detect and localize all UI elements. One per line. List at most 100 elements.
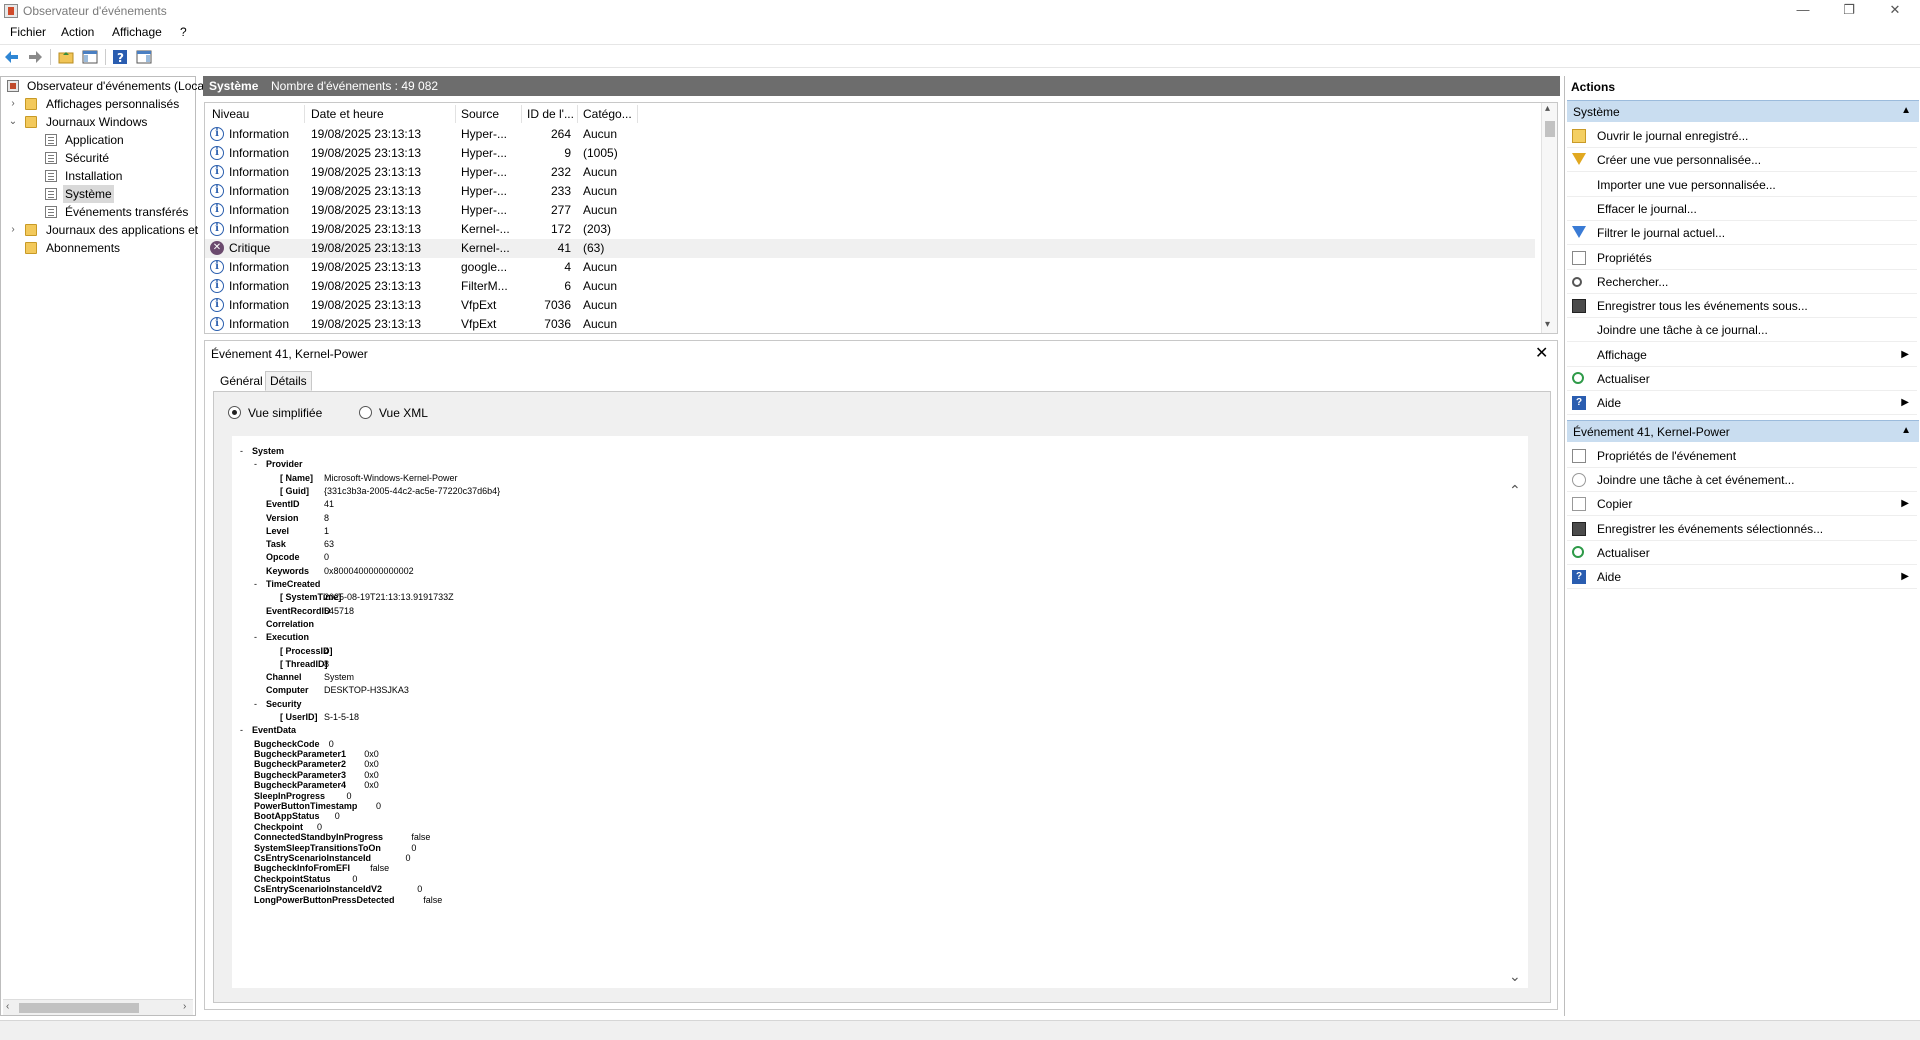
back-arrow-icon[interactable] [4, 49, 20, 65]
action-item-event-2[interactable]: Copier ▶ [1567, 492, 1917, 517]
minimize-button[interactable]: — [1780, 0, 1826, 22]
tab-general[interactable]: Général [215, 371, 268, 391]
column-separator[interactable] [455, 105, 456, 123]
column-header-level[interactable]: Niveau [212, 107, 249, 123]
restore-button[interactable]: ❐ [1826, 0, 1872, 22]
event-list-vertical-scrollbar[interactable]: ▴ ▾ [1541, 103, 1557, 333]
column-header-event-id[interactable]: ID de l'... [527, 107, 574, 123]
event-row[interactable]: i Information 19/08/2025 23:13:13 Hyper-...… [205, 163, 1535, 182]
event-row[interactable]: i Information 19/08/2025 23:13:13 VfpExt 703… [205, 315, 1535, 333]
show-hide-tree-icon[interactable] [82, 49, 98, 65]
close-detail-icon[interactable]: ✕ [1535, 343, 1548, 363]
column-separator[interactable] [637, 105, 638, 123]
action-item-event-4[interactable]: Actualiser [1567, 541, 1917, 565]
scrollbar-thumb[interactable] [19, 1003, 139, 1013]
tree-item-windows-logs[interactable]: ⌄ Journaux Windows [5, 113, 195, 131]
collapse-section-icon[interactable]: ▲ [1901, 105, 1911, 116]
action-item-system-10[interactable]: Actualiser [1567, 367, 1917, 391]
action-item-system-5[interactable]: Propriétés [1567, 246, 1917, 270]
event-row[interactable]: i Information 19/08/2025 23:13:13 FilterM..… [205, 277, 1535, 296]
column-separator[interactable] [521, 105, 522, 123]
chevron-right-icon[interactable]: › [8, 221, 18, 239]
collapse-toggle[interactable]: - [240, 725, 243, 735]
eventdata-key: PowerButtonTimestamp [254, 801, 358, 811]
console-tree: Observateur d'événements (Local) › Affic… [0, 76, 211, 1016]
action-item-system-6[interactable]: Rechercher... [1567, 270, 1917, 294]
event-date: 19/08/2025 23:13:13 [311, 317, 422, 331]
tree-item-forwarded-events[interactable]: Événements transférés [5, 203, 195, 221]
action-item-system-8[interactable]: Joindre une tâche à ce journal... [1567, 318, 1917, 343]
tree-item-custom-views[interactable]: › Affichages personnalisés [5, 95, 195, 113]
column-separator[interactable] [577, 105, 578, 123]
scrollbar-thumb[interactable] [1545, 121, 1555, 137]
eventdata-key: SystemSleepTransitionsToOn [254, 842, 381, 853]
collapse-toggle[interactable]: - [240, 446, 243, 456]
menu-help[interactable]: ? [180, 25, 187, 39]
tree-item-security[interactable]: Sécurité [5, 149, 195, 167]
column-header-source[interactable]: Source [461, 107, 499, 123]
show-hide-actions-icon[interactable] [136, 49, 152, 65]
menu-action[interactable]: Action [61, 25, 94, 39]
action-item-system-2[interactable]: Importer une vue personnalisée... [1567, 173, 1917, 197]
event-row[interactable]: i Information 19/08/2025 23:13:13 Hyper-...… [205, 144, 1535, 163]
action-item-system-4[interactable]: Filtrer le journal actuel... [1567, 221, 1917, 246]
menu-affichage[interactable]: Affichage [112, 25, 162, 39]
event-category: Aucun [583, 203, 618, 217]
eventdata-value: 0 [376, 801, 382, 811]
forward-arrow-icon[interactable] [27, 49, 43, 65]
tree-item-system[interactable]: Système [5, 185, 195, 203]
scroll-up-icon[interactable]: ⌃ [1509, 482, 1521, 499]
tree-horizontal-scrollbar[interactable]: ‹ › [3, 999, 193, 1015]
event-row[interactable]: i Information 19/08/2025 23:13:13 Hyper-...… [205, 201, 1535, 220]
help-icon[interactable]: ? [112, 49, 128, 65]
action-item-system-11[interactable]: ? Aide ▶ [1567, 391, 1917, 416]
scroll-left-icon[interactable]: ‹ [6, 1001, 9, 1012]
chevron-right-icon[interactable]: › [8, 95, 18, 113]
action-item-system-3[interactable]: Effacer le journal... [1567, 197, 1917, 221]
close-window-button[interactable]: ✕ [1872, 0, 1918, 22]
action-label: Propriétés de l'événement [1597, 448, 1737, 463]
actions-section-system[interactable]: Système ▲ [1567, 100, 1919, 122]
column-separator[interactable] [304, 105, 305, 123]
action-item-system-9[interactable]: Affichage ▶ [1567, 343, 1917, 367]
menu-fichier[interactable]: Fichier [10, 25, 46, 39]
scroll-up-icon[interactable]: ▴ [1545, 103, 1550, 114]
tree-item-subscriptions[interactable]: Abonnements [5, 239, 195, 257]
tree-item-application[interactable]: Application [5, 131, 195, 149]
chevron-down-icon[interactable]: ⌄ [8, 113, 18, 131]
event-row[interactable]: i Information 19/08/2025 23:13:13 Hyper-...… [205, 182, 1535, 201]
scroll-down-icon[interactable]: ⌄ [1509, 968, 1521, 985]
action-item-event-0[interactable]: Propriétés de l'événement [1567, 444, 1917, 468]
event-row[interactable]: i Information 19/08/2025 23:13:13 google...… [205, 258, 1535, 277]
collapse-section-icon[interactable]: ▲ [1901, 425, 1911, 436]
action-item-event-5[interactable]: ? Aide ▶ [1567, 565, 1917, 590]
scroll-right-icon[interactable]: › [183, 1001, 186, 1012]
collapse-toggle[interactable]: - [254, 699, 257, 709]
scroll-down-icon[interactable]: ▾ [1545, 319, 1550, 330]
collapse-toggle[interactable]: - [254, 579, 257, 589]
event-row[interactable]: ✕ Critique 19/08/2025 23:13:13 Kernel-... 41… [205, 239, 1535, 258]
event-row[interactable]: i Information 19/08/2025 23:13:13 Kernel-..… [205, 220, 1535, 239]
tab-details[interactable]: Détails [265, 371, 312, 391]
event-row[interactable]: i Information 19/08/2025 23:13:13 VfpExt 703… [205, 296, 1535, 315]
collapse-toggle[interactable]: - [254, 632, 257, 642]
xml-value: 4 [324, 645, 330, 656]
filter-create-icon [1572, 153, 1586, 166]
eventdata-value: 0 [417, 884, 423, 895]
tree-item-setup[interactable]: Installation [5, 167, 195, 185]
column-header-date[interactable]: Date et heure [311, 107, 384, 123]
action-item-system-0[interactable]: Ouvrir le journal enregistré... [1567, 124, 1917, 148]
information-icon: i [210, 184, 224, 198]
event-row[interactable]: i Information 19/08/2025 23:13:13 Hyper-...… [205, 125, 1535, 144]
actions-section-event[interactable]: Événement 41, Kernel-Power ▲ [1567, 419, 1919, 442]
event-category: Aucun [583, 279, 618, 293]
up-folder-icon[interactable] [58, 49, 74, 65]
action-item-system-7[interactable]: Enregistrer tous les événements sous... [1567, 294, 1917, 319]
column-header-category[interactable]: Catégo... [583, 107, 632, 123]
tree-item-app-logs[interactable]: › Journaux des applications et [5, 221, 198, 239]
action-item-event-3[interactable]: Enregistrer les événements sélectionnés.… [1567, 517, 1917, 541]
action-item-system-1[interactable]: Créer une vue personnalisée... [1567, 148, 1917, 173]
action-item-event-1[interactable]: Joindre une tâche à cet événement... [1567, 468, 1917, 492]
collapse-toggle[interactable]: - [254, 459, 257, 469]
tree-item-root[interactable]: Observateur d'événements (Local) [5, 77, 211, 95]
